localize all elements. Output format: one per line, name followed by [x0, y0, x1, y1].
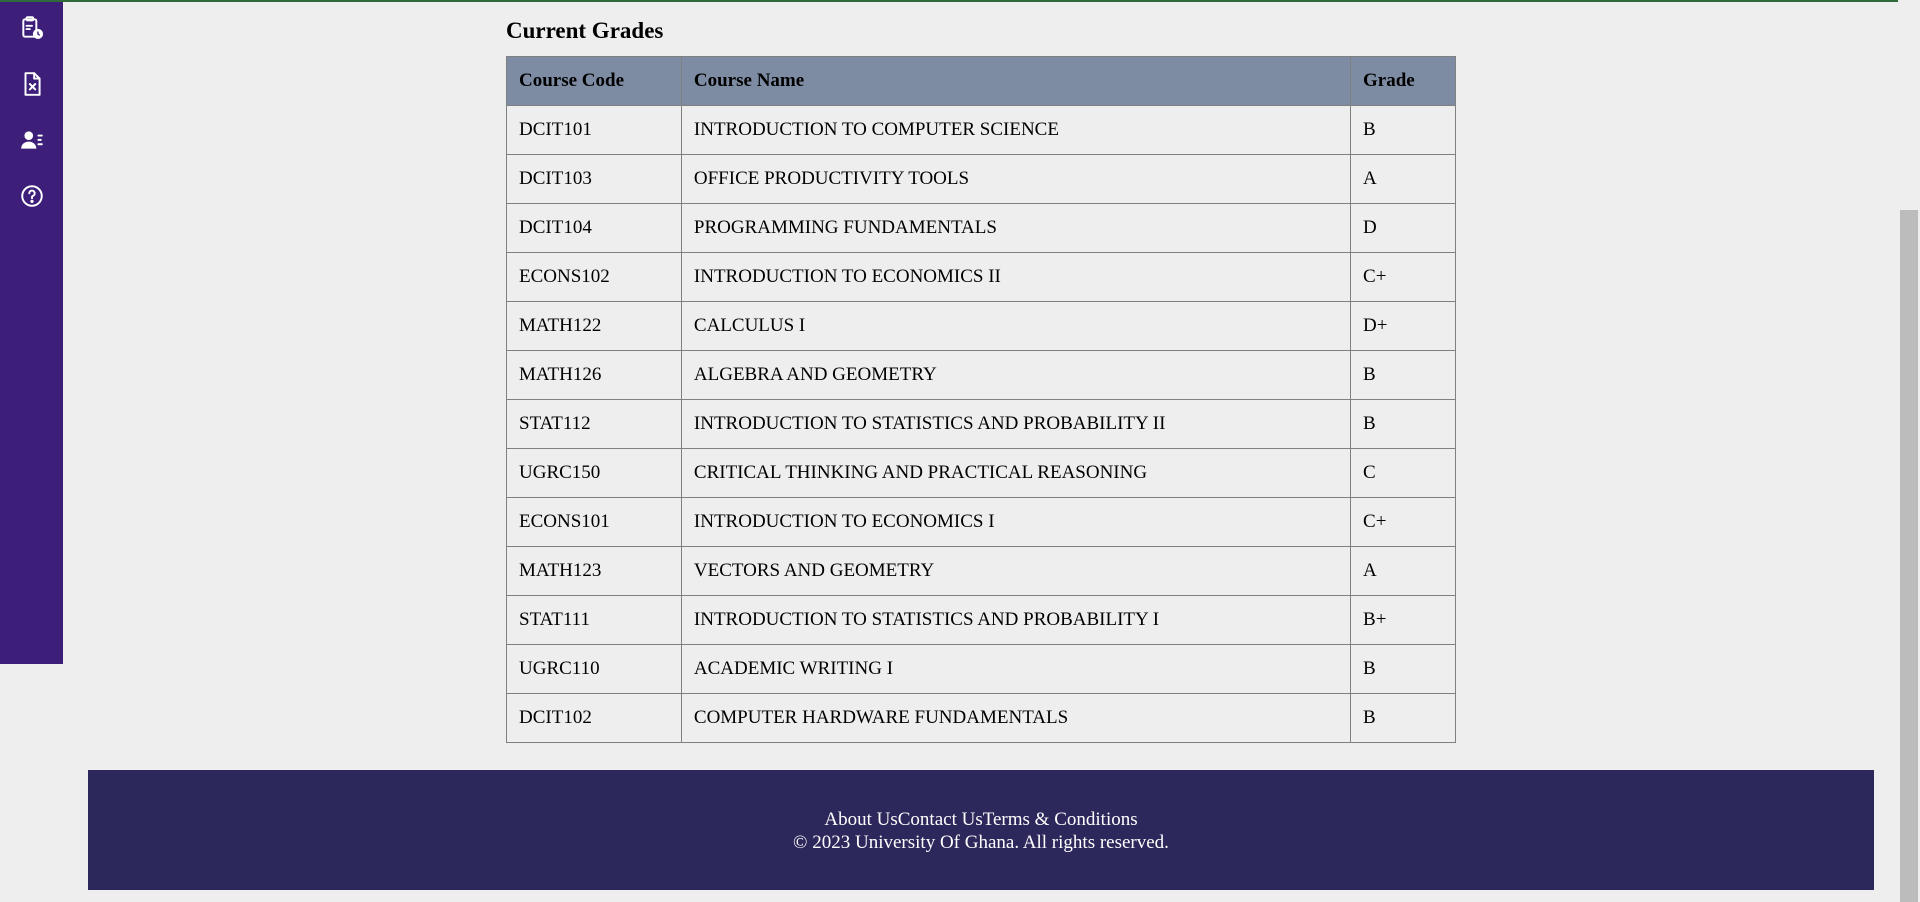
- course-name-cell: ACADEMIC WRITING I: [680, 644, 1352, 694]
- grade-cell: D: [1350, 203, 1456, 253]
- table-row: MATH126 ALGEBRA AND GEOMETRY B: [506, 350, 1456, 400]
- table-row: DCIT104 PROGRAMMING FUNDAMENTALS D: [506, 203, 1456, 253]
- copyright-text: © 2023 University Of Ghana. All rights r…: [793, 832, 1169, 853]
- course-name-cell: INTRODUCTION TO COMPUTER SCIENCE: [680, 105, 1352, 155]
- grade-cell: B: [1350, 105, 1456, 155]
- grade-cell: B: [1350, 399, 1456, 449]
- grade-cell: C: [1350, 448, 1456, 498]
- course-name-cell: INTRODUCTION TO ECONOMICS I: [680, 497, 1352, 547]
- course-name-cell: INTRODUCTION TO STATISTICS AND PROBABILI…: [680, 399, 1352, 449]
- grade-cell: C+: [1350, 252, 1456, 302]
- course-name-cell: INTRODUCTION TO STATISTICS AND PROBABILI…: [680, 595, 1352, 645]
- course-name-cell: PROGRAMMING FUNDAMENTALS: [680, 203, 1352, 253]
- contact-us-link[interactable]: Contact Us: [898, 809, 983, 830]
- terms-link[interactable]: Terms & Conditions: [983, 809, 1138, 830]
- course-code-cell: DCIT102: [506, 693, 682, 743]
- page-title: Current Grades: [506, 18, 664, 43]
- table-row: ECONS102 INTRODUCTION TO ECONOMICS II C+: [506, 252, 1456, 302]
- course-code-cell: MATH122: [506, 301, 682, 351]
- clipboard-clock-icon[interactable]: [18, 14, 46, 42]
- column-header-grade: Grade: [1350, 56, 1456, 106]
- course-code-cell: DCIT103: [506, 154, 682, 204]
- course-code-cell: STAT111: [506, 595, 682, 645]
- course-name-cell: CRITICAL THINKING AND PRACTICAL REASONIN…: [680, 448, 1352, 498]
- grade-cell: C+: [1350, 497, 1456, 547]
- grade-cell: B+: [1350, 595, 1456, 645]
- file-x-icon[interactable]: [18, 70, 46, 98]
- course-code-cell: STAT112: [506, 399, 682, 449]
- table-row: UGRC110 ACADEMIC WRITING I B: [506, 644, 1456, 694]
- course-code-cell: ECONS102: [506, 252, 682, 302]
- column-header-course-name: Course Name: [680, 56, 1352, 106]
- table-row: DCIT102 COMPUTER HARDWARE FUNDAMENTALS B: [506, 693, 1456, 743]
- table-row: UGRC150 CRITICAL THINKING AND PRACTICAL …: [506, 448, 1456, 498]
- about-us-link[interactable]: About Us: [824, 809, 897, 830]
- table-row: DCIT101 INTRODUCTION TO COMPUTER SCIENCE…: [506, 105, 1456, 155]
- grade-cell: D+: [1350, 301, 1456, 351]
- table-row: MATH123 VECTORS AND GEOMETRY A: [506, 546, 1456, 596]
- top-border: [0, 0, 1920, 2]
- course-code-cell: ECONS101: [506, 497, 682, 547]
- course-code-cell: UGRC150: [506, 448, 682, 498]
- help-circle-icon[interactable]: [18, 182, 46, 210]
- user-list-icon[interactable]: [18, 126, 46, 154]
- course-code-cell: DCIT104: [506, 203, 682, 253]
- scrollbar-thumb[interactable]: [1900, 210, 1918, 902]
- table-row: MATH122 CALCULUS I D+: [506, 301, 1456, 351]
- table-row: STAT112 INTRODUCTION TO STATISTICS AND P…: [506, 399, 1456, 449]
- table-row: DCIT103 OFFICE PRODUCTIVITY TOOLS A: [506, 154, 1456, 204]
- course-code-cell: MATH123: [506, 546, 682, 596]
- course-name-cell: INTRODUCTION TO ECONOMICS II: [680, 252, 1352, 302]
- footer: About UsContact UsTerms & Conditions © 2…: [88, 770, 1874, 890]
- course-name-cell: COMPUTER HARDWARE FUNDAMENTALS: [680, 693, 1352, 743]
- course-code-cell: UGRC110: [506, 644, 682, 694]
- course-code-cell: MATH126: [506, 350, 682, 400]
- column-header-course-code: Course Code: [506, 56, 682, 106]
- table-row: STAT111 INTRODUCTION TO STATISTICS AND P…: [506, 595, 1456, 645]
- course-name-cell: CALCULUS I: [680, 301, 1352, 351]
- table-row: ECONS101 INTRODUCTION TO ECONOMICS I C+: [506, 497, 1456, 547]
- grade-cell: B: [1350, 350, 1456, 400]
- grade-cell: A: [1350, 154, 1456, 204]
- grades-table: Course Code Course Name Grade DCIT101 IN…: [506, 56, 1456, 743]
- course-name-cell: OFFICE PRODUCTIVITY TOOLS: [680, 154, 1352, 204]
- course-name-cell: ALGEBRA AND GEOMETRY: [680, 350, 1352, 400]
- grade-cell: B: [1350, 693, 1456, 743]
- course-code-cell: DCIT101: [506, 105, 682, 155]
- sidebar: [0, 2, 63, 664]
- footer-links: About UsContact UsTerms & Conditions: [88, 808, 1874, 831]
- course-name-cell: VECTORS AND GEOMETRY: [680, 546, 1352, 596]
- table-header-row: Course Code Course Name Grade: [506, 56, 1456, 106]
- grade-cell: B: [1350, 644, 1456, 694]
- grade-cell: A: [1350, 546, 1456, 596]
